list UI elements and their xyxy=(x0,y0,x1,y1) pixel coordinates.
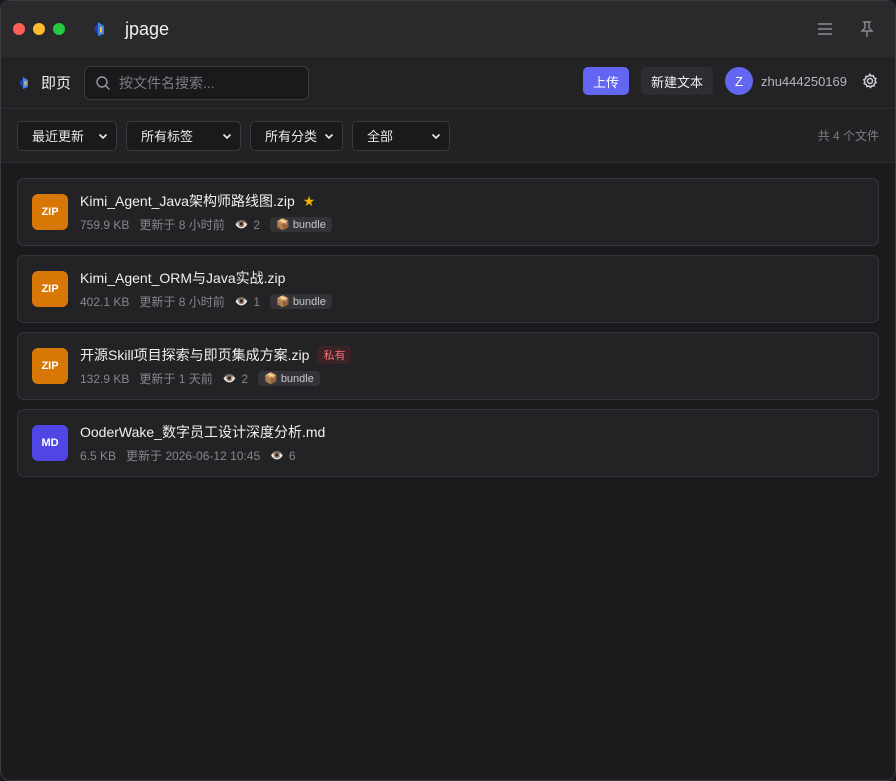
file-updated: 更新于 2026-06-12 10:45 xyxy=(126,449,261,463)
file-size: 759.9 KB xyxy=(80,217,130,232)
view-count: 👁️ 6 xyxy=(270,449,295,463)
file-meta: 402.1 KB 更新于 8 小时前 👁️ 1 📦 bundle xyxy=(80,293,332,310)
close-window-button[interactable] xyxy=(13,23,25,35)
file-info: Kimi_Agent_ORM与Java实战.zip 402.1 KB 更新于 8… xyxy=(80,268,332,310)
file-size: 402.1 KB xyxy=(80,294,130,309)
scope-select[interactable]: 全部 xyxy=(352,120,450,151)
username[interactable]: zhu444250169 xyxy=(761,74,847,89)
file-name-row: OoderWake_数字员工设计深度分析.md xyxy=(80,422,325,442)
eye-icon: 👁️ xyxy=(234,296,249,308)
tag-select-value: 所有标签 xyxy=(141,129,194,144)
file-list: ZIP Kimi_Agent_Java架构师路线图.zip ★ 759.9 KB… xyxy=(1,163,895,492)
title-bar: jpage xyxy=(1,1,895,57)
chevron-down-icon xyxy=(431,133,441,139)
file-info: OoderWake_数字员工设计深度分析.md 6.5 KB 更新于 2026-… xyxy=(80,422,325,464)
file-type-badge: ZIP xyxy=(32,348,68,384)
eye-icon: 👁️ xyxy=(270,450,284,462)
file-count: 共 4 个文件 xyxy=(817,129,879,143)
star-icon[interactable]: ★ xyxy=(303,193,316,210)
file-tag[interactable]: 📦 bundle xyxy=(270,294,332,309)
file-info: Kimi_Agent_Java架构师路线图.zip ★ 759.9 KB 更新于… xyxy=(80,191,332,233)
chevron-down-icon xyxy=(222,133,232,139)
file-meta: 759.9 KB 更新于 8 小时前 👁️ 2 📦 bundle xyxy=(80,216,332,233)
view-count-value: 1 xyxy=(253,294,261,309)
file-name-row: 开源Skill项目探索与即页集成方案.zip 私有 xyxy=(80,345,352,365)
file-card[interactable]: MD OoderWake_数字员工设计深度分析.md 6.5 KB 更新于 20… xyxy=(17,409,879,477)
package-icon: 📦 xyxy=(276,219,290,231)
file-meta: 132.9 KB 更新于 1 天前 👁️ 2 📦 bundle xyxy=(80,370,351,387)
file-name[interactable]: Kimi_Agent_Java架构师路线图.zip xyxy=(80,191,295,211)
header-actions: 上传 新建文本 Z zhu444250169 xyxy=(582,67,879,95)
brand[interactable]: 即页 xyxy=(17,72,71,93)
file-updated: 更新于 1 天前 xyxy=(139,372,213,386)
scope-select-value: 全部 xyxy=(367,129,394,144)
eye-icon: 👁️ xyxy=(234,219,249,231)
file-card[interactable]: ZIP Kimi_Agent_ORM与Java实战.zip 402.1 KB 更… xyxy=(17,255,879,323)
sort-select[interactable]: 最近更新 xyxy=(17,120,117,151)
package-icon: 📦 xyxy=(276,296,290,308)
chevron-down-icon xyxy=(324,133,334,139)
file-name-row: Kimi_Agent_Java架构师路线图.zip ★ xyxy=(80,191,332,211)
sort-select-value: 最近更新 xyxy=(32,129,85,144)
file-type-badge: ZIP xyxy=(32,271,68,307)
minimize-window-button[interactable] xyxy=(33,23,45,35)
file-card[interactable]: ZIP 开源Skill项目探索与即页集成方案.zip 私有 132.9 KB 更… xyxy=(17,332,879,400)
file-tag[interactable]: 📦 bundle xyxy=(270,217,332,232)
file-meta: 6.5 KB 更新于 2026-06-12 10:45 👁️ 6 xyxy=(80,447,325,464)
app-header: 即页 上传 新建文本 Z zhu444250169 xyxy=(1,57,895,109)
pin-icon[interactable] xyxy=(857,19,877,39)
file-size: 132.9 KB xyxy=(80,371,130,386)
file-tag-label: bundle xyxy=(292,218,326,231)
file-type-badge: ZIP xyxy=(32,194,68,230)
file-updated: 更新于 8 小时前 xyxy=(139,218,225,232)
category-select[interactable]: 所有分类 xyxy=(250,120,343,151)
chevron-down-icon xyxy=(98,133,108,139)
eye-icon: 👁️ xyxy=(222,373,237,385)
view-count-value: 2 xyxy=(253,217,261,232)
view-count: 👁️ 1 xyxy=(235,295,260,309)
app-logo-icon xyxy=(94,22,104,36)
brand-name: 即页 xyxy=(41,75,72,92)
file-name[interactable]: Kimi_Agent_ORM与Java实战.zip xyxy=(80,268,285,288)
app-window: jpage 即页 上传 新建文本 xyxy=(0,0,896,781)
brand-logo-icon xyxy=(19,76,28,89)
search-box[interactable] xyxy=(84,65,310,100)
file-card[interactable]: ZIP Kimi_Agent_Java架构师路线图.zip ★ 759.9 KB… xyxy=(17,178,879,246)
window-controls xyxy=(13,23,65,35)
upload-button[interactable]: 上传 xyxy=(582,67,629,95)
view-count-value: 2 xyxy=(241,371,249,386)
package-icon: 📦 xyxy=(264,373,278,385)
view-count: 👁️ 2 xyxy=(235,218,260,232)
search-icon xyxy=(96,75,111,90)
file-type-badge: MD xyxy=(32,425,68,461)
menu-icon[interactable] xyxy=(815,19,835,39)
file-name[interactable]: OoderWake_数字员工设计深度分析.md xyxy=(80,422,325,442)
file-tag[interactable]: 📦 bundle xyxy=(258,371,320,386)
file-size: 6.5 KB xyxy=(80,448,117,463)
app-title: jpage xyxy=(125,18,170,39)
filter-bar: 最近更新 所有标签 所有分类 全部 共 4 个文件 xyxy=(1,109,895,163)
file-name[interactable]: 开源Skill项目探索与即页集成方案.zip xyxy=(80,345,309,365)
private-badge: 私有 xyxy=(317,346,352,364)
file-updated: 更新于 8 小时前 xyxy=(139,295,225,309)
titlebar-actions xyxy=(815,19,877,39)
view-count-value: 6 xyxy=(288,448,296,463)
category-select-value: 所有分类 xyxy=(265,129,318,144)
new-text-button[interactable]: 新建文本 xyxy=(640,67,713,95)
file-tag-label: bundle xyxy=(280,372,314,385)
file-info: 开源Skill项目探索与即页集成方案.zip 私有 132.9 KB 更新于 1… xyxy=(80,345,352,387)
maximize-window-button[interactable] xyxy=(53,23,65,35)
avatar[interactable]: Z xyxy=(724,67,753,95)
view-count: 👁️ 2 xyxy=(223,372,248,386)
file-tag-label: bundle xyxy=(292,295,326,308)
file-name-row: Kimi_Agent_ORM与Java实战.zip xyxy=(80,268,332,288)
tag-select[interactable]: 所有标签 xyxy=(126,120,241,151)
gear-icon[interactable] xyxy=(861,72,879,90)
search-input[interactable] xyxy=(119,74,300,91)
